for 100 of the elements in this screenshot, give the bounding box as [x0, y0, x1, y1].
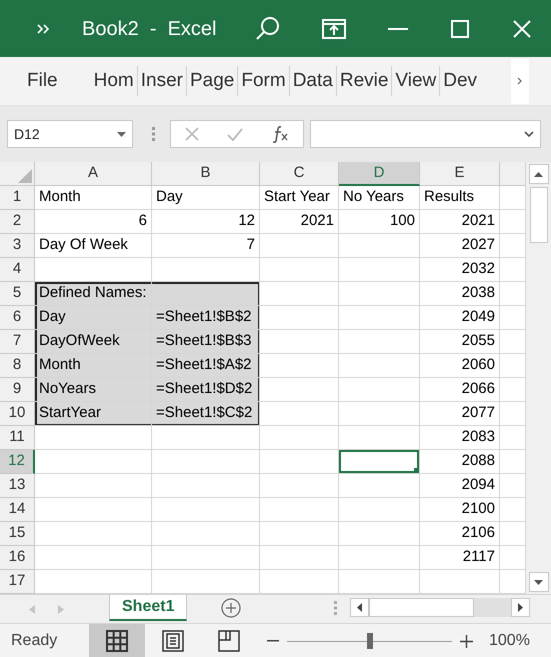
sheet-cell[interactable]: [339, 426, 420, 450]
sheet-cell[interactable]: =Sheet1!$D$2: [152, 378, 260, 402]
sheet-cell[interactable]: Results: [420, 186, 500, 210]
sheet-cell[interactable]: [35, 570, 152, 594]
sheet-cell[interactable]: [152, 522, 260, 546]
ribbon-tab[interactable]: Page: [189, 66, 236, 96]
sheet-cell[interactable]: [339, 330, 420, 354]
formula-input[interactable]: [310, 120, 541, 148]
scroll-right-icon[interactable]: [511, 598, 530, 617]
column-header[interactable]: B: [152, 162, 260, 186]
sheet-cell[interactable]: [339, 306, 420, 330]
sheet-cell[interactable]: [152, 426, 260, 450]
sheet-cell[interactable]: 2117: [420, 546, 500, 570]
sheet-cell[interactable]: 2094: [420, 474, 500, 498]
column-header[interactable]: E: [420, 162, 500, 186]
row-header[interactable]: 10: [0, 402, 35, 426]
column-header[interactable]: A: [35, 162, 152, 186]
sheet-cell[interactable]: [260, 474, 339, 498]
sheet-cell[interactable]: [35, 522, 152, 546]
row-header[interactable]: 13: [0, 474, 35, 498]
sheet-cell[interactable]: Month: [35, 186, 152, 210]
sheet-cell[interactable]: [260, 402, 339, 426]
ribbon-display-icon[interactable]: [322, 18, 346, 38]
sheet-cell[interactable]: [260, 234, 339, 258]
sheet-cell[interactable]: [339, 402, 420, 426]
sheet-cell[interactable]: 2021: [260, 210, 339, 234]
cancel-icon[interactable]: [185, 127, 199, 141]
ribbon-tab[interactable]: File: [26, 66, 59, 96]
sheet-cell[interactable]: [152, 570, 260, 594]
slider-thumb[interactable]: [366, 633, 372, 649]
next-sheet-icon[interactable]: [58, 605, 64, 614]
ribbon-tab[interactable]: Revie: [338, 66, 390, 96]
sheet-cell[interactable]: 2060: [420, 354, 500, 378]
sheet-cell[interactable]: [260, 354, 339, 378]
scroll-up-icon[interactable]: [528, 164, 548, 184]
sheet-cell[interactable]: [152, 450, 260, 474]
sheet-cell[interactable]: [152, 282, 260, 306]
row-header[interactable]: 9: [0, 378, 35, 402]
name-box[interactable]: D12: [7, 120, 133, 148]
sheet-cell[interactable]: [260, 546, 339, 570]
sheet-cell[interactable]: [339, 570, 420, 594]
sheet-cell[interactable]: [260, 450, 339, 474]
sheet-cell[interactable]: StartYear: [35, 402, 152, 426]
sheet-cell[interactable]: 100: [339, 210, 420, 234]
sheet-cell[interactable]: 6: [35, 210, 152, 234]
sheet-cell[interactable]: [339, 474, 420, 498]
add-sheet-icon[interactable]: [221, 598, 242, 618]
sheet-cell[interactable]: 2055: [420, 330, 500, 354]
previous-sheet-icon[interactable]: [29, 605, 35, 614]
close-icon[interactable]: [512, 20, 531, 38]
sheet-cell[interactable]: [152, 258, 260, 282]
sheet-cell[interactable]: [260, 258, 339, 282]
row-header[interactable]: 7: [0, 330, 35, 354]
sheet-cell[interactable]: =Sheet1!$B$2: [152, 306, 260, 330]
sheet-cell[interactable]: =Sheet1!$A$2: [152, 354, 260, 378]
sheet-cell[interactable]: 2106: [420, 522, 500, 546]
sheet-cell[interactable]: =Sheet1!$C$2: [152, 402, 260, 426]
sheet-cell[interactable]: DayOfWeek: [35, 330, 152, 354]
sheet-cell[interactable]: 12: [152, 210, 260, 234]
scroll-thumb[interactable]: [530, 187, 548, 243]
row-header[interactable]: 2: [0, 210, 35, 234]
sheet-cell[interactable]: 2021: [420, 210, 500, 234]
zoom-slider[interactable]: [287, 633, 452, 649]
sheet-cell[interactable]: 7: [152, 234, 260, 258]
sheet-cell[interactable]: [260, 426, 339, 450]
sheet-cell[interactable]: [152, 474, 260, 498]
zoom-level[interactable]: 100%: [489, 629, 530, 653]
scroll-left-icon[interactable]: [350, 598, 370, 617]
sheet-cell[interactable]: Month: [35, 354, 152, 378]
sheet-cell[interactable]: 2077: [420, 402, 500, 426]
column-header[interactable]: C: [260, 162, 339, 186]
row-header[interactable]: 11: [0, 426, 35, 450]
sheet-cell[interactable]: [35, 426, 152, 450]
sheet-cell[interactable]: 2100: [420, 498, 500, 522]
sheet-cell[interactable]: 2038: [420, 282, 500, 306]
ribbon-tab[interactable]: Data: [292, 66, 334, 96]
sheet-cell[interactable]: Defined Names:: [35, 282, 152, 306]
ribbon-tab[interactable]: View: [394, 66, 438, 96]
row-header[interactable]: 6: [0, 306, 35, 330]
row-header[interactable]: 8: [0, 354, 35, 378]
sheet-cell[interactable]: [260, 282, 339, 306]
check-icon[interactable]: [227, 128, 243, 140]
sheet-cell[interactable]: [260, 330, 339, 354]
row-header[interactable]: 12: [0, 450, 35, 474]
sheet-cell[interactable]: [260, 570, 339, 594]
sheet-cell[interactable]: [339, 498, 420, 522]
sheet-cell[interactable]: [35, 258, 152, 282]
row-header[interactable]: 4: [0, 258, 35, 282]
sheet-cell[interactable]: [260, 522, 339, 546]
zoom-in-icon[interactable]: [460, 634, 473, 648]
sheet-cell[interactable]: [339, 282, 420, 306]
ribbon-tab[interactable]: Dev: [442, 66, 478, 96]
select-all-button[interactable]: [0, 162, 35, 186]
sheet-cell[interactable]: [339, 258, 420, 282]
row-header[interactable]: 17: [0, 570, 35, 594]
row-header[interactable]: 5: [0, 282, 35, 306]
sheet-cell[interactable]: [420, 570, 500, 594]
sheet-cell[interactable]: 2088: [420, 450, 500, 474]
row-header[interactable]: 16: [0, 546, 35, 570]
column-header[interactable]: D: [339, 162, 420, 186]
